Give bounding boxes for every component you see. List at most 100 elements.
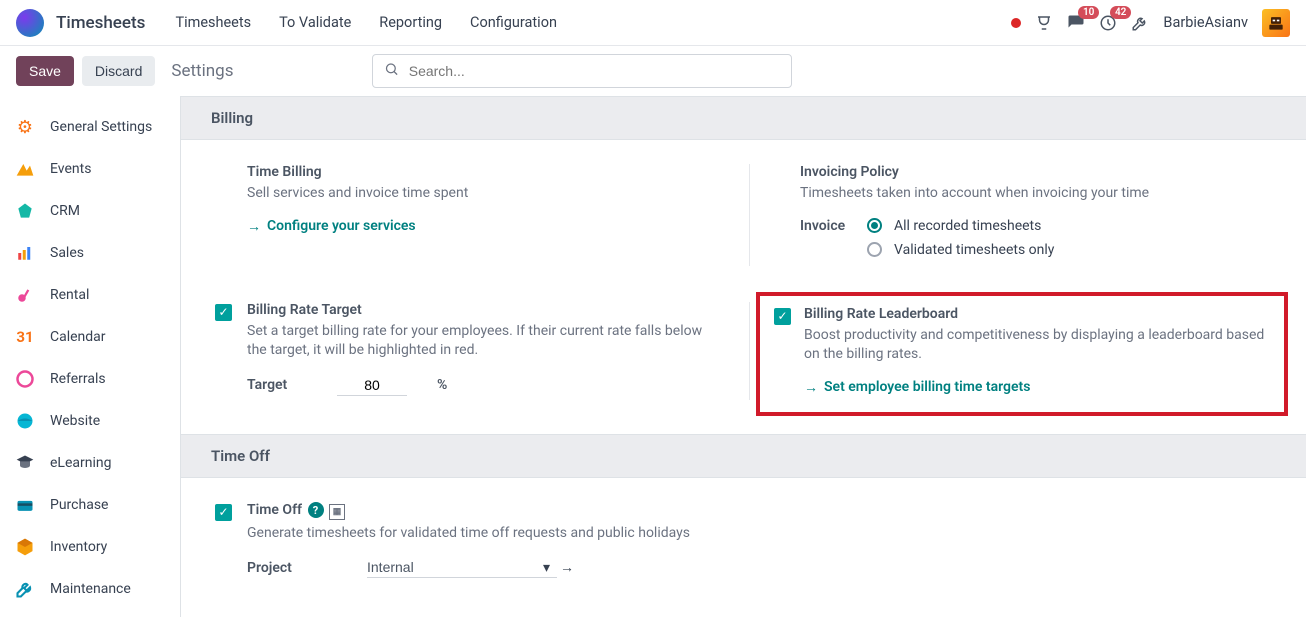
project-select[interactable] [367,557,557,578]
setting-time-billing: Time Billing Sell services and invoice t… [211,164,723,266]
sidebar-item-label: Sales [50,245,84,261]
nav-configuration[interactable]: Configuration [460,8,567,37]
setting-desc: Sell services and invoice time spent [247,184,723,204]
radio-all-recorded[interactable] [867,218,882,233]
external-link-icon[interactable]: → [560,559,574,576]
help-icon[interactable]: ? [308,502,324,518]
section-header-billing: Billing [181,96,1306,140]
topbar: Timesheets Timesheets To Validate Report… [0,0,1306,46]
sidebar-item-label: Rental [50,287,89,303]
target-input[interactable] [337,375,407,396]
phone-icon[interactable] [1035,14,1053,32]
building-icon[interactable]: ▦ [329,504,345,520]
radio-validated-only[interactable] [867,242,882,257]
sidebar-item-label: Calendar [50,329,106,345]
arrow-right-icon: → [804,379,818,396]
purchase-icon [14,494,36,516]
setting-title: Time Off ? ▦ [247,502,724,520]
sidebar-item-website[interactable]: Website [0,400,180,442]
search-input[interactable] [372,54,792,88]
sidebar-item-rental[interactable]: Rental [0,274,180,316]
checkbox-time-off[interactable]: ✓ [215,504,232,521]
search-wrap [372,54,792,88]
avatar[interactable] [1262,9,1290,37]
crm-icon [14,200,36,222]
setting-billing-rate-target: ✓ Billing Rate Target Set a target billi… [211,302,723,400]
sidebar-item-label: Events [50,161,91,177]
sidebar-item-label: eLearning [50,455,111,471]
setting-desc: Generate timesheets for validated time o… [247,524,724,544]
search-icon [384,61,399,80]
sidebar-item-label: CRM [50,203,80,219]
sidebar-item-general-settings[interactable]: ⚙ General Settings [0,106,180,148]
setting-desc: Set a target billing rate for your emplo… [247,322,723,361]
setting-time-off: ✓ Time Off ? ▦ Generate timesheets for v… [211,502,724,579]
sidebar-item-calendar[interactable]: 31 Calendar [0,316,180,358]
checkbox-billing-rate-target[interactable]: ✓ [215,304,232,321]
activities-icon[interactable]: 42 [1099,14,1117,32]
app-title[interactable]: Timesheets [56,13,145,33]
sidebar-item-inventory[interactable]: Inventory [0,526,180,568]
sidebar-item-manufacturing[interactable]: Manufacturing [0,610,180,617]
set-employee-targets-link[interactable]: → Set employee billing time targets [804,379,1030,396]
sidebar-item-elearning[interactable]: eLearning [0,442,180,484]
sidebar-item-referrals[interactable]: Referrals [0,358,180,400]
setting-invoicing-policy: Invoicing Policy Timesheets taken into a… [749,164,1276,266]
sidebar-item-sales[interactable]: Sales [0,232,180,274]
project-label: Project [247,560,337,576]
app-logo[interactable] [16,9,44,37]
tools-icon[interactable] [1131,14,1149,32]
nav-to-validate[interactable]: To Validate [269,8,361,37]
setting-title: Time Billing [247,164,723,180]
radio-label[interactable]: Validated timesheets only [894,242,1054,258]
maintenance-icon [14,578,36,600]
status-dot-icon[interactable] [1011,18,1021,28]
sidebar: ⚙ General Settings Events CRM Sales Rent… [0,96,180,617]
calendar-icon: 31 [14,326,36,348]
rental-icon [14,284,36,306]
sidebar-item-events[interactable]: Events [0,148,180,190]
breadcrumb: Settings [171,61,233,81]
systray: 10 42 BarbieAsianv [1011,9,1290,37]
target-suffix: % [437,377,447,393]
checkbox-billing-rate-leaderboard[interactable]: ✓ [774,308,791,325]
sidebar-item-label: Maintenance [50,581,131,597]
content: Billing Time Billing Sell services and i… [180,96,1306,617]
sidebar-item-label: Referrals [50,371,106,387]
target-label: Target [247,377,307,393]
inventory-icon [14,536,36,558]
save-button[interactable]: Save [16,56,74,86]
gear-icon: ⚙ [14,116,36,138]
setting-title: Invoicing Policy [800,164,1276,180]
website-icon [14,410,36,432]
setting-title: Billing Rate Leaderboard [804,306,1272,322]
referrals-icon [14,368,36,390]
nav-reporting[interactable]: Reporting [369,8,452,37]
setting-billing-rate-leaderboard: ✓ Billing Rate Leaderboard Boost product… [749,302,1276,400]
setting-title: Billing Rate Target [247,302,723,318]
setting-desc: Timesheets taken into account when invoi… [800,184,1276,204]
section-header-timeoff: Time Off [181,434,1306,478]
sidebar-item-label: General Settings [50,119,152,135]
messages-icon[interactable]: 10 [1067,14,1085,32]
sidebar-item-purchase[interactable]: Purchase [0,484,180,526]
setting-desc: Boost productivity and competitiveness b… [804,326,1272,365]
sidebar-item-label: Inventory [50,539,107,555]
discard-button[interactable]: Discard [82,56,155,86]
invoice-label: Invoice [800,218,855,234]
sales-icon [14,242,36,264]
chevron-down-icon[interactable]: ▾ [543,560,550,576]
sidebar-item-maintenance[interactable]: Maintenance [0,568,180,610]
nav-timesheets[interactable]: Timesheets [165,8,261,37]
events-icon [14,158,36,180]
messages-badge: 10 [1078,6,1099,19]
radio-label[interactable]: All recorded timesheets [894,218,1041,234]
arrow-right-icon: → [247,218,261,235]
sidebar-item-label: Website [50,413,100,429]
user-name[interactable]: BarbieAsianv [1163,14,1248,31]
elearning-icon [14,452,36,474]
sidebar-item-crm[interactable]: CRM [0,190,180,232]
configure-services-link[interactable]: → Configure your services [247,218,416,235]
activities-badge: 42 [1110,6,1131,19]
sidebar-item-label: Purchase [50,497,108,513]
